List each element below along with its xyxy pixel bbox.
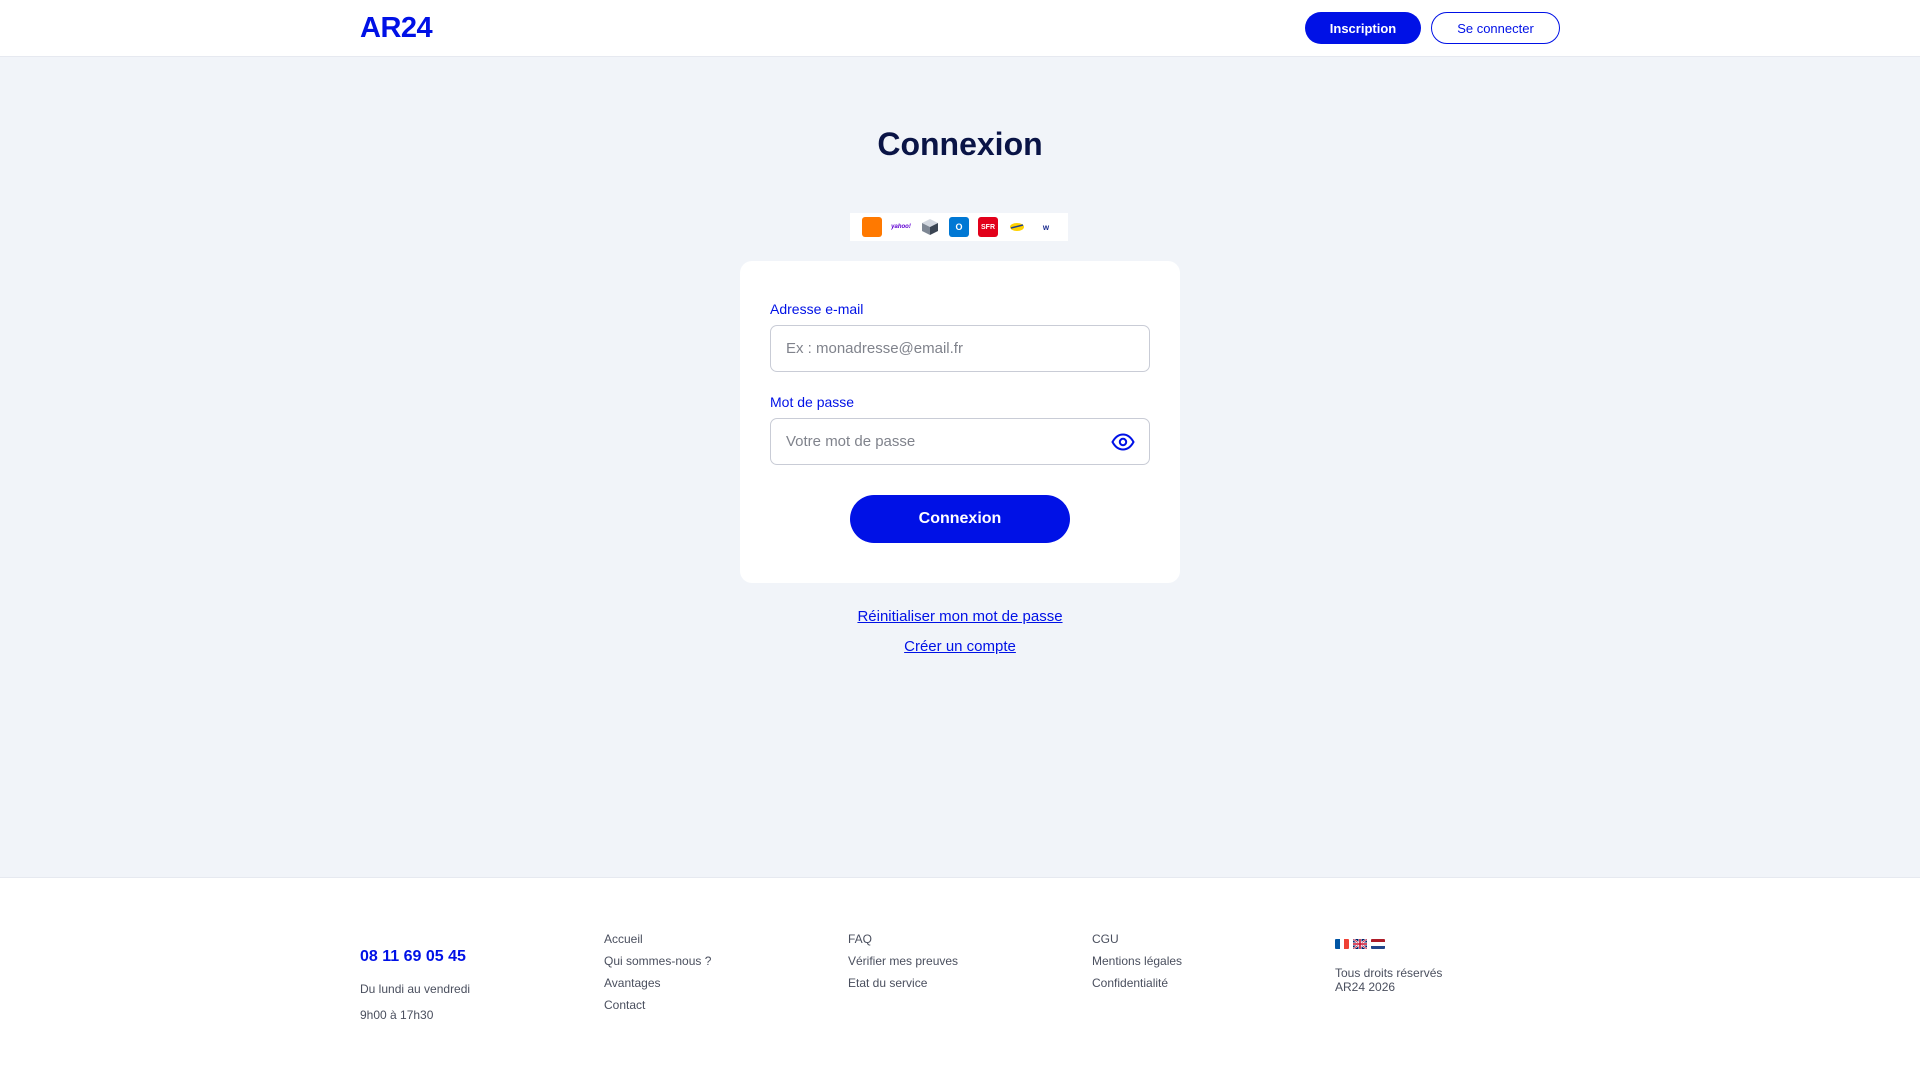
footer-link-faq[interactable]: FAQ [848,932,872,946]
footer-link-advantages[interactable]: Avantages [604,976,661,990]
page-title: Connexion [877,126,1043,162]
footer-link-item: Vérifier mes preuves [848,950,958,972]
footer-link-cgu[interactable]: CGU [1092,932,1119,946]
footer-link-item: CGU [1092,928,1182,950]
cube-logo-icon [920,217,940,237]
dutch-flag-icon[interactable] [1371,939,1385,949]
footer: 08 11 69 05 45 Du lundi au vendredi 9h00… [0,877,1920,1080]
password-field[interactable] [770,418,1150,465]
create-account-row: Créer un compte [0,638,1920,655]
footer-link-about[interactable]: Qui sommes-nous ? [604,954,711,968]
login-button[interactable]: Se connecter [1431,12,1560,44]
english-flag-icon[interactable] [1353,939,1367,949]
language-switcher [1335,939,1385,949]
footer-link-legal-notice[interactable]: Mentions légales [1092,954,1182,968]
support-phone[interactable]: 08 11 69 05 45 [360,948,466,966]
footer-link-item: Etat du service [848,972,958,994]
footer-link-item: Confidentialité [1092,972,1182,994]
email-label: Adresse e-mail [770,301,864,317]
reset-password-row: Réinitialiser mon mot de passe [0,608,1920,625]
create-account-link[interactable]: Créer un compte [904,638,1016,655]
signup-button[interactable]: Inscription [1305,12,1421,44]
top-header: AR24 Inscription Se connecter [0,0,1920,57]
footer-column-company: Accueil Qui sommes-nous ? Avantages Cont… [604,928,711,1016]
sfr-logo-icon: SFR [978,217,998,237]
footer-link-item: Mentions légales [1092,950,1182,972]
password-label: Mot de passe [770,394,855,410]
footer-link-item: Qui sommes-nous ? [604,950,711,972]
footer-link-item: Avantages [604,972,711,994]
laposte-logo-icon [1007,217,1027,237]
show-password-icon[interactable] [1111,430,1135,454]
orange-logo-icon [862,217,882,237]
footer-column-help: FAQ Vérifier mes preuves Etat du service [848,928,958,994]
support-days: Du lundi au vendredi [360,982,471,996]
footer-link-item: FAQ [848,928,958,950]
ar24-logo[interactable]: AR24 [360,12,433,45]
footer-column-legal: CGU Mentions légales Confidentialité [1092,928,1182,994]
copyright-line-1: Tous droits réservés [1335,966,1443,980]
footer-link-service-status[interactable]: Etat du service [848,976,927,990]
french-flag-icon[interactable] [1335,939,1349,949]
support-hours: 9h00 à 17h30 [360,1008,434,1022]
footer-link-contact[interactable]: Contact [604,998,645,1012]
login-card: Adresse e-mail Mot de passe Connexion [740,261,1180,583]
email-field[interactable] [770,325,1150,372]
footer-link-item: Contact [604,994,711,1016]
footer-link-verify-proofs[interactable]: Vérifier mes preuves [848,954,958,968]
reset-password-link[interactable]: Réinitialiser mon mot de passe [857,608,1062,625]
email-providers-banner: yahoo! O SFR w [850,213,1068,241]
yahoo-logo-icon: yahoo! [891,217,911,237]
login-submit-button[interactable]: Connexion [850,495,1070,543]
footer-link-privacy[interactable]: Confidentialité [1092,976,1168,990]
free-logo-icon: w [1036,217,1056,237]
copyright-line-2: AR24 2026 [1335,980,1396,994]
outlook-logo-icon: O [949,217,969,237]
footer-link-accueil[interactable]: Accueil [604,932,643,946]
footer-link-item: Accueil [604,928,711,950]
